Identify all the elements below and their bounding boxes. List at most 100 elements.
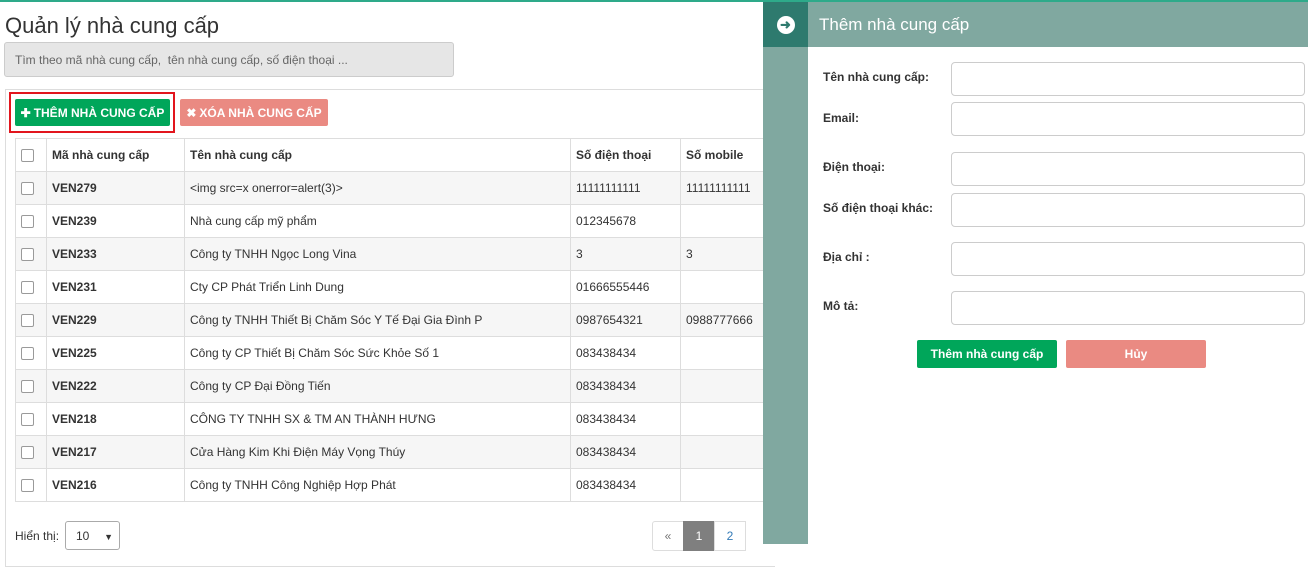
supplier-name: Nhà cung cấp mỹ phẩm [184, 204, 571, 238]
supplier-name: Cửa Hàng Kim Khi Điện Máy Vọng Thúy [184, 435, 571, 469]
row-select-cell [15, 270, 47, 304]
supplier-code: VEN225 [46, 336, 185, 370]
pagination-page[interactable]: 1 [683, 521, 715, 551]
supplier-phone: 01666555446 [570, 270, 681, 304]
row-checkbox[interactable] [21, 380, 34, 394]
supplier-code: VEN222 [46, 369, 185, 403]
supplier-code: VEN279 [46, 171, 185, 205]
arrow-circle-right-icon: ➜ [776, 15, 795, 34]
field-label-phone: Điện thoại: [823, 160, 885, 174]
table-row[interactable]: VEN222 Công ty CP Đại Đồng Tiến 083438434 [15, 369, 806, 403]
supplier-name: Công ty TNHH Thiết Bị Chăm Sóc Y Tế Đại … [184, 303, 571, 337]
supplier-phone: 083438434 [570, 468, 681, 502]
supplier-name: Công ty TNHH Ngọc Long Vina [184, 237, 571, 271]
supplier-name: Công ty CP Đại Đồng Tiến [184, 369, 571, 403]
page-title: Quản lý nhà cung cấp [5, 13, 220, 38]
phone-field[interactable] [951, 152, 1305, 186]
table-row[interactable]: VEN217 Cửa Hàng Kim Khi Điện Máy Vọng Thú… [15, 435, 806, 469]
table-row[interactable]: VEN233 Công ty TNHH Ngọc Long Vina 3 3 [15, 237, 806, 271]
row-select-cell [15, 237, 47, 271]
row-checkbox[interactable] [21, 215, 34, 229]
row-checkbox[interactable] [21, 446, 34, 460]
supplier-code: VEN216 [46, 468, 185, 502]
times-icon: ✖ [186, 105, 197, 120]
supplier-phone: 0987654321 [570, 303, 681, 337]
supplier-phone: 083438434 [570, 336, 681, 370]
row-checkbox[interactable] [21, 314, 34, 328]
page-size-select[interactable]: 10 ▼ [65, 521, 120, 550]
email-field[interactable] [951, 102, 1305, 136]
table-row[interactable]: VEN218 CÔNG TY TNHH SX & TM AN THÀNH HƯNG… [15, 402, 806, 436]
field-label-description: Mô tả: [823, 299, 859, 313]
supplier-code: VEN229 [46, 303, 185, 337]
other-phone-field[interactable] [951, 193, 1305, 227]
side-panel-strip [763, 2, 808, 544]
add-supplier-button[interactable]: ✚ THÊM NHÀ CUNG CẤP [15, 99, 170, 126]
table-row[interactable]: VEN231 Cty CP Phát Triển Linh Dung 0166655… [15, 270, 806, 304]
supplier-name: Công ty CP Thiết Bị Chăm Sóc Sức Khỏe Số… [184, 336, 571, 370]
search-input[interactable] [4, 42, 454, 77]
supplier-phone: 083438434 [570, 435, 681, 469]
supplier-phone: 11111111111 [570, 171, 681, 205]
table-row[interactable]: VEN279 <img src=x onerror=alert(3)> 111111… [15, 171, 806, 205]
row-select-cell [15, 336, 47, 370]
supplier-code: VEN217 [46, 435, 185, 469]
description-field[interactable] [951, 291, 1305, 325]
pagination: « 1 2 [652, 521, 746, 551]
supplier-name: Cty CP Phát Triển Linh Dung [184, 270, 571, 304]
select-all-checkbox[interactable] [21, 149, 34, 163]
supplier-phone: 3 [570, 237, 681, 271]
table-row[interactable]: VEN229 Công ty TNHH Thiết Bị Chăm Sóc Y T… [15, 303, 806, 337]
cancel-button[interactable]: Hủy [1066, 340, 1206, 368]
row-select-cell [15, 402, 47, 436]
plus-icon: ✚ [20, 105, 31, 120]
supplier-code: VEN231 [46, 270, 185, 304]
row-select-cell [15, 204, 47, 238]
select-all-cell [15, 138, 47, 172]
table-row[interactable]: VEN225 Công ty CP Thiết Bị Chăm Sóc Sức K… [15, 336, 806, 370]
supplier-phone: 083438434 [570, 369, 681, 403]
delete-supplier-button[interactable]: ✖ XÓA NHÀ CUNG CẤP [180, 99, 328, 126]
supplier-name-field[interactable] [951, 62, 1305, 96]
row-checkbox[interactable] [21, 347, 34, 361]
field-label-name: Tên nhà cung cấp: [823, 70, 930, 84]
supplier-phone: 012345678 [570, 204, 681, 238]
submit-supplier-button[interactable]: Thêm nhà cung cấp [917, 340, 1057, 368]
row-select-cell [15, 171, 47, 205]
column-header-code[interactable]: Mã nhà cung cấp [46, 138, 185, 172]
supplier-name: <img src=x onerror=alert(3)> [184, 171, 571, 205]
side-panel-toggle[interactable]: ➜ [763, 2, 808, 47]
table-row[interactable]: VEN216 Công ty TNHH Công Nghiệp Hợp Phát 0… [15, 468, 806, 502]
row-checkbox[interactable] [21, 281, 34, 295]
page-size-label: Hiển thị: [15, 529, 60, 543]
row-select-cell [15, 303, 47, 337]
field-label-address: Địa chỉ : [823, 250, 870, 264]
table-row[interactable]: VEN239 Nhà cung cấp mỹ phẩm 012345678 [15, 204, 806, 238]
delete-supplier-label: XÓA NHÀ CUNG CẤP [199, 105, 322, 120]
add-supplier-label: THÊM NHÀ CUNG CẤP [33, 105, 165, 120]
table-header-row: Mã nhà cung cấp Tên nhà cung cấp Số điện… [15, 138, 806, 172]
supplier-name: Công ty TNHH Công Nghiệp Hợp Phát [184, 468, 571, 502]
row-checkbox[interactable] [21, 248, 34, 262]
page-size-value: 10 [76, 528, 90, 543]
supplier-code: VEN218 [46, 402, 185, 436]
row-select-cell [15, 369, 47, 403]
field-label-email: Email: [823, 111, 860, 125]
pagination-page[interactable]: 2 [714, 521, 746, 551]
row-checkbox[interactable] [21, 182, 34, 196]
row-checkbox[interactable] [21, 479, 34, 493]
row-checkbox[interactable] [21, 413, 34, 427]
address-field[interactable] [951, 242, 1305, 276]
field-label-other-phone: Số điện thoại khác: [823, 201, 934, 215]
row-select-cell [15, 435, 47, 469]
supplier-phone: 083438434 [570, 402, 681, 436]
panel-title: Thêm nhà cung cấp [808, 2, 1308, 47]
column-header-phone[interactable]: Số điện thoại [570, 138, 681, 172]
caret-down-icon: ▼ [104, 532, 113, 542]
pagination-prev[interactable]: « [652, 521, 684, 551]
supplier-table: Mã nhà cung cấp Tên nhà cung cấp Số điện… [15, 138, 806, 502]
supplier-name: CÔNG TY TNHH SX & TM AN THÀNH HƯNG [184, 402, 571, 436]
column-header-name[interactable]: Tên nhà cung cấp [184, 138, 571, 172]
row-select-cell [15, 468, 47, 502]
supplier-code: VEN233 [46, 237, 185, 271]
